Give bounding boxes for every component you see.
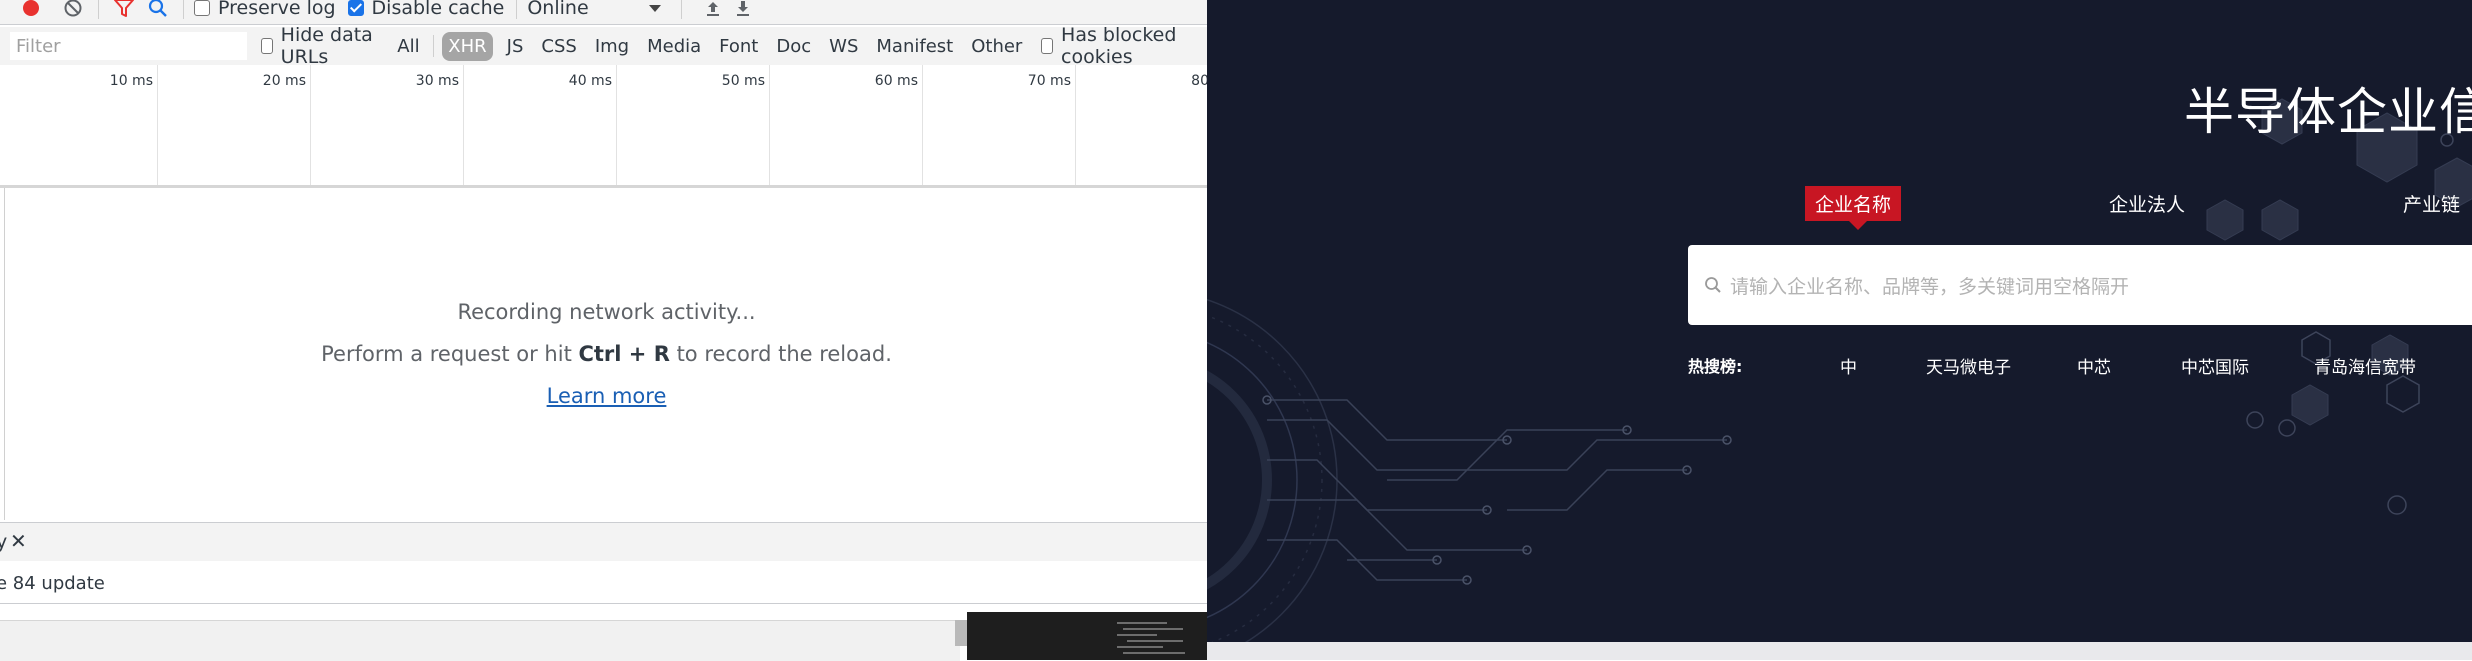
timeline-tick-label: 40 ms (568, 73, 612, 89)
instruction-text: Perform a request or hit (321, 342, 579, 366)
toolbar-divider (183, 0, 184, 19)
search-tab-legal-person[interactable]: 企业法人 (2109, 190, 2185, 217)
timeline-tick: 10 ms (0, 65, 158, 185)
learn-more-link[interactable]: Learn more (547, 384, 667, 408)
drawer-message: e 84 update (0, 573, 105, 594)
hide-data-urls-checkbox[interactable]: Hide data URLs (261, 24, 381, 68)
chevron-down-icon (648, 4, 661, 12)
reload-instruction: Perform a request or hit Ctrl + R to rec… (5, 342, 1207, 366)
hot-search-item[interactable]: 中芯国际 (2181, 353, 2249, 378)
drawer-content: e 84 update (0, 561, 1207, 604)
search-icon (148, 0, 167, 17)
preserve-log-label: Preserve log (218, 0, 336, 19)
preserve-log-checkbox[interactable]: Preserve log (194, 0, 336, 19)
filter-type-all[interactable]: All (393, 34, 423, 59)
underlying-window-strip (0, 620, 960, 661)
recording-message: Recording network activity... (457, 300, 756, 324)
filter-toggle-button[interactable] (109, 0, 139, 23)
filter-input[interactable] (10, 32, 247, 60)
code-preview-thumbnail (967, 612, 1207, 660)
devtools-network-panel: Preserve log Disable cache Online Hide d… (0, 0, 1208, 620)
site-title: 半导体企业信 (2184, 83, 2472, 141)
search-tab-company-name[interactable]: 企业名称 (1805, 186, 1902, 221)
timeline-tick: 60 ms (770, 65, 923, 185)
filter-divider (432, 35, 434, 57)
filter-type-img[interactable]: Img (591, 34, 633, 59)
download-icon (736, 1, 749, 16)
timeline-tick: 30 ms (311, 65, 464, 185)
timeline-tick-label: 50 ms (721, 73, 765, 89)
disable-cache-checkbox[interactable]: Disable cache (347, 0, 505, 19)
throttling-value: Online (527, 0, 589, 19)
checkbox-box[interactable] (261, 38, 273, 54)
timeline-tick-label: 70 ms (1027, 73, 1071, 89)
requests-panel: Recording network activity... Perform a … (4, 188, 1207, 520)
toolbar-divider (98, 0, 99, 19)
close-icon[interactable]: ✕ (10, 529, 27, 553)
timeline-tick: 20 ms (158, 65, 311, 185)
filter-type-ws[interactable]: WS (825, 34, 862, 59)
clear-icon (64, 0, 82, 17)
hot-search-item[interactable]: 天马微电子 (1926, 353, 2011, 378)
filter-type-js[interactable]: JS (503, 34, 528, 59)
filter-type-xhr[interactable]: XHR (442, 31, 493, 61)
disable-cache-label: Disable cache (371, 0, 505, 19)
record-button[interactable] (16, 0, 46, 23)
checkbox-box[interactable] (194, 0, 210, 16)
active-tab-pointer (1847, 219, 1869, 230)
upload-icon (706, 2, 719, 16)
search-placeholder: 请输入企业名称、品牌等，多关键词用空格隔开 (1730, 275, 2130, 298)
company-search-input[interactable]: 请输入企业名称、品牌等，多关键词用空格隔开 (1688, 245, 2472, 325)
drawer-tab-label[interactable]: y (0, 531, 7, 553)
timeline-tick: 70 ms (923, 65, 1076, 185)
instruction-text-end: to record the reload. (669, 342, 892, 366)
drawer-tab-bar: y ✕ (0, 522, 1207, 562)
search-icon (1705, 277, 1721, 293)
hide-data-urls-label: Hide data URLs (280, 24, 373, 68)
timeline-tick-label: 80 (1191, 73, 1208, 89)
filter-type-doc[interactable]: Doc (772, 34, 815, 59)
has-blocked-cookies-checkbox[interactable]: Has blocked cookies (1041, 24, 1195, 68)
filter-bar: Hide data URLs All XHR JS CSS Img Media … (0, 24, 1207, 68)
timeline-tick-label: 20 ms (262, 73, 306, 89)
filter-type-manifest[interactable]: Manifest (872, 34, 957, 59)
filter-type-media[interactable]: Media (643, 34, 705, 59)
filter-type-css[interactable]: CSS (537, 34, 580, 59)
hot-search-item[interactable]: 中芯 (2077, 353, 2111, 378)
network-timeline-overview[interactable]: 10 ms 20 ms 30 ms 40 ms 50 ms 60 ms 70 m… (0, 65, 1207, 188)
network-toolbar: Preserve log Disable cache Online (0, 0, 1207, 25)
search-button[interactable] (143, 0, 173, 23)
timeline-tick: 40 ms (464, 65, 617, 185)
timeline-tick: 80 (1076, 65, 1207, 185)
hot-search-item[interactable]: 青岛海信宽带 (2314, 353, 2416, 378)
toolbar-divider (680, 0, 682, 19)
has-blocked-cookies-label: Has blocked cookies (1061, 24, 1177, 68)
semiconductor-site-hero: 半导体企业信 企业名称 企业法人 产业链 请输入企业名称、品牌等，多关键词用空格… (1207, 0, 2472, 642)
timeline-tick-label: 60 ms (874, 73, 918, 89)
clear-button[interactable] (58, 0, 88, 23)
filter-type-font[interactable]: Font (715, 34, 762, 59)
import-har-button[interactable] (698, 0, 728, 23)
toolbar-divider (516, 0, 518, 19)
hot-search-label: 热搜榜: (1688, 357, 1743, 376)
page-bottom-strip (1207, 642, 2472, 660)
timeline-tick: 50 ms (617, 65, 770, 185)
export-har-button[interactable] (728, 0, 758, 23)
hot-search-item[interactable]: 中 (1840, 353, 1857, 378)
shortcut-text: Ctrl + R (578, 342, 670, 366)
timeline-tick-label: 30 ms (415, 73, 459, 89)
checkbox-box-checked[interactable] (347, 0, 364, 16)
checkbox-box[interactable] (1041, 38, 1054, 54)
filter-icon (114, 0, 134, 17)
record-icon (23, 0, 39, 16)
timeline-tick-label: 10 ms (109, 73, 153, 89)
throttling-select[interactable]: Online (527, 0, 661, 19)
scrollbar-thumb[interactable] (955, 620, 967, 646)
filter-type-other[interactable]: Other (967, 34, 1026, 59)
search-tab-industry-chain[interactable]: 产业链 (2403, 190, 2460, 217)
